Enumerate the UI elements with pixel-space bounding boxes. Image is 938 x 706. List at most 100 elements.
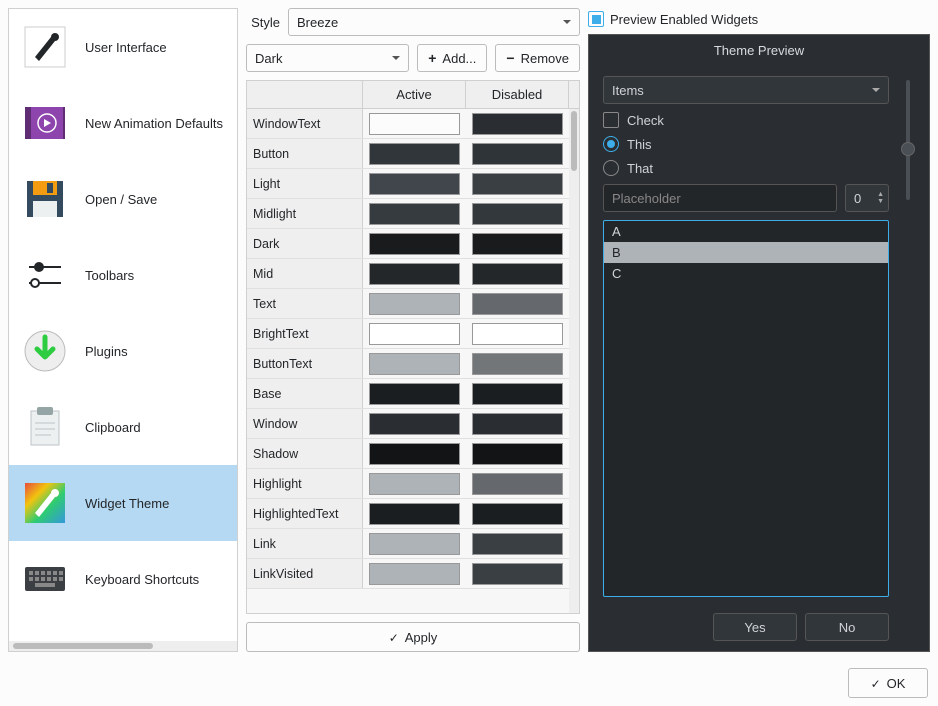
disabled-swatch[interactable] <box>472 383 563 405</box>
sidebar-item-clipboard[interactable]: Clipboard <box>9 389 237 465</box>
disabled-swatch[interactable] <box>472 173 563 195</box>
color-row: Text <box>247 289 569 319</box>
color-row: Shadow <box>247 439 569 469</box>
role-label: Window <box>247 409 363 438</box>
sidebar-scrollbar[interactable] <box>9 641 237 651</box>
active-swatch[interactable] <box>369 473 460 495</box>
preview-no-button[interactable]: No <box>805 613 889 641</box>
keyboard-icon <box>17 551 73 607</box>
add-button[interactable]: + Add... <box>417 44 487 72</box>
slider-handle[interactable] <box>901 142 915 156</box>
disabled-swatch[interactable] <box>472 203 563 225</box>
disabled-swatch[interactable] <box>472 473 563 495</box>
disabled-swatch[interactable] <box>472 503 563 525</box>
active-swatch[interactable] <box>369 563 460 585</box>
color-row: LinkVisited <box>247 559 569 589</box>
sidebar-item-new-animation-defaults[interactable]: New Animation Defaults <box>9 85 237 161</box>
disabled-swatch[interactable] <box>472 413 563 435</box>
sidebar-item-open-save[interactable]: Open / Save <box>9 161 237 237</box>
spin-arrows-icon: ▲▼ <box>877 191 884 205</box>
active-swatch[interactable] <box>369 233 460 255</box>
active-swatch[interactable] <box>369 383 460 405</box>
minus-icon: − <box>506 51 514 65</box>
palette-select[interactable]: Dark <box>246 44 409 72</box>
remove-button[interactable]: − Remove <box>495 44 580 72</box>
disabled-swatch[interactable] <box>472 533 563 555</box>
preview-listbox[interactable]: ABC <box>603 220 889 597</box>
color-row: WindowText <box>247 109 569 139</box>
role-label: BrightText <box>247 319 363 348</box>
sidebar-item-label: Plugins <box>85 344 229 359</box>
disabled-swatch[interactable] <box>472 143 563 165</box>
color-row: HighlightedText <box>247 499 569 529</box>
role-label: HighlightedText <box>247 499 363 528</box>
preview-enabled-checkbox[interactable] <box>588 11 604 27</box>
preview-text-input[interactable]: Placeholder <box>603 184 837 212</box>
role-label: Light <box>247 169 363 198</box>
list-item[interactable]: C <box>604 263 888 284</box>
sidebar-item-widget-theme[interactable]: Widget Theme <box>9 465 237 541</box>
role-label: Link <box>247 529 363 558</box>
color-row: Button <box>247 139 569 169</box>
preview-yes-button[interactable]: Yes <box>713 613 797 641</box>
role-label: Button <box>247 139 363 168</box>
active-swatch[interactable] <box>369 443 460 465</box>
role-label: Text <box>247 289 363 318</box>
active-swatch[interactable] <box>369 203 460 225</box>
active-swatch[interactable] <box>369 113 460 135</box>
brush-icon <box>17 19 73 75</box>
list-item[interactable]: B <box>604 242 888 263</box>
sidebar-item-plugins[interactable]: Plugins <box>9 313 237 389</box>
sidebar-item-label: Toolbars <box>85 268 229 283</box>
preview-radio-this[interactable] <box>603 136 619 152</box>
sidebar-item-user-interface[interactable]: User Interface <box>9 9 237 85</box>
column-disabled: Disabled <box>466 81 569 108</box>
color-row: Mid <box>247 259 569 289</box>
download-icon <box>17 323 73 379</box>
apply-button[interactable]: Apply <box>246 622 580 652</box>
color-table: Active Disabled WindowText Button Light … <box>246 80 580 614</box>
disabled-swatch[interactable] <box>472 113 563 135</box>
style-label: Style <box>246 15 280 30</box>
active-swatch[interactable] <box>369 533 460 555</box>
active-swatch[interactable] <box>369 263 460 285</box>
sidebar-item-label: New Animation Defaults <box>85 116 229 131</box>
widget-theme-panel: Style Breeze Dark + Add... − Remove Acti… <box>246 8 580 652</box>
active-swatch[interactable] <box>369 293 460 315</box>
active-swatch[interactable] <box>369 323 460 345</box>
ok-button[interactable]: OK <box>848 668 928 698</box>
active-swatch[interactable] <box>369 143 460 165</box>
sidebar-item-keyboard-shortcuts[interactable]: Keyboard Shortcuts <box>9 541 237 617</box>
disabled-swatch[interactable] <box>472 353 563 375</box>
sliders-icon <box>17 247 73 303</box>
list-item[interactable]: A <box>604 221 888 242</box>
disabled-swatch[interactable] <box>472 443 563 465</box>
active-swatch[interactable] <box>369 413 460 435</box>
table-scrollbar[interactable] <box>569 109 579 613</box>
preview-checkbox[interactable] <box>603 112 619 128</box>
sidebar-item-label: Clipboard <box>85 420 229 435</box>
role-label: Dark <box>247 229 363 258</box>
disabled-swatch[interactable] <box>472 293 563 315</box>
preview-radio-that[interactable] <box>603 160 619 176</box>
palette-icon <box>17 475 73 531</box>
active-swatch[interactable] <box>369 173 460 195</box>
role-label: ButtonText <box>247 349 363 378</box>
disabled-swatch[interactable] <box>472 563 563 585</box>
sidebar-item-label: Widget Theme <box>85 496 229 511</box>
preview-combo[interactable]: Items <box>603 76 889 104</box>
preview-slider[interactable] <box>906 80 910 200</box>
settings-sidebar: User Interface New Animation Defaults Open… <box>8 8 238 652</box>
disabled-swatch[interactable] <box>472 323 563 345</box>
active-swatch[interactable] <box>369 503 460 525</box>
color-row: Window <box>247 409 569 439</box>
active-swatch[interactable] <box>369 353 460 375</box>
disabled-swatch[interactable] <box>472 263 563 285</box>
sidebar-item-toolbars[interactable]: Toolbars <box>9 237 237 313</box>
preview-spinbox[interactable]: 0 ▲▼ <box>845 184 889 212</box>
disabled-swatch[interactable] <box>472 233 563 255</box>
sidebar-item-label: Open / Save <box>85 192 229 207</box>
role-label: Shadow <box>247 439 363 468</box>
style-select[interactable]: Breeze <box>288 8 580 36</box>
role-label: Highlight <box>247 469 363 498</box>
